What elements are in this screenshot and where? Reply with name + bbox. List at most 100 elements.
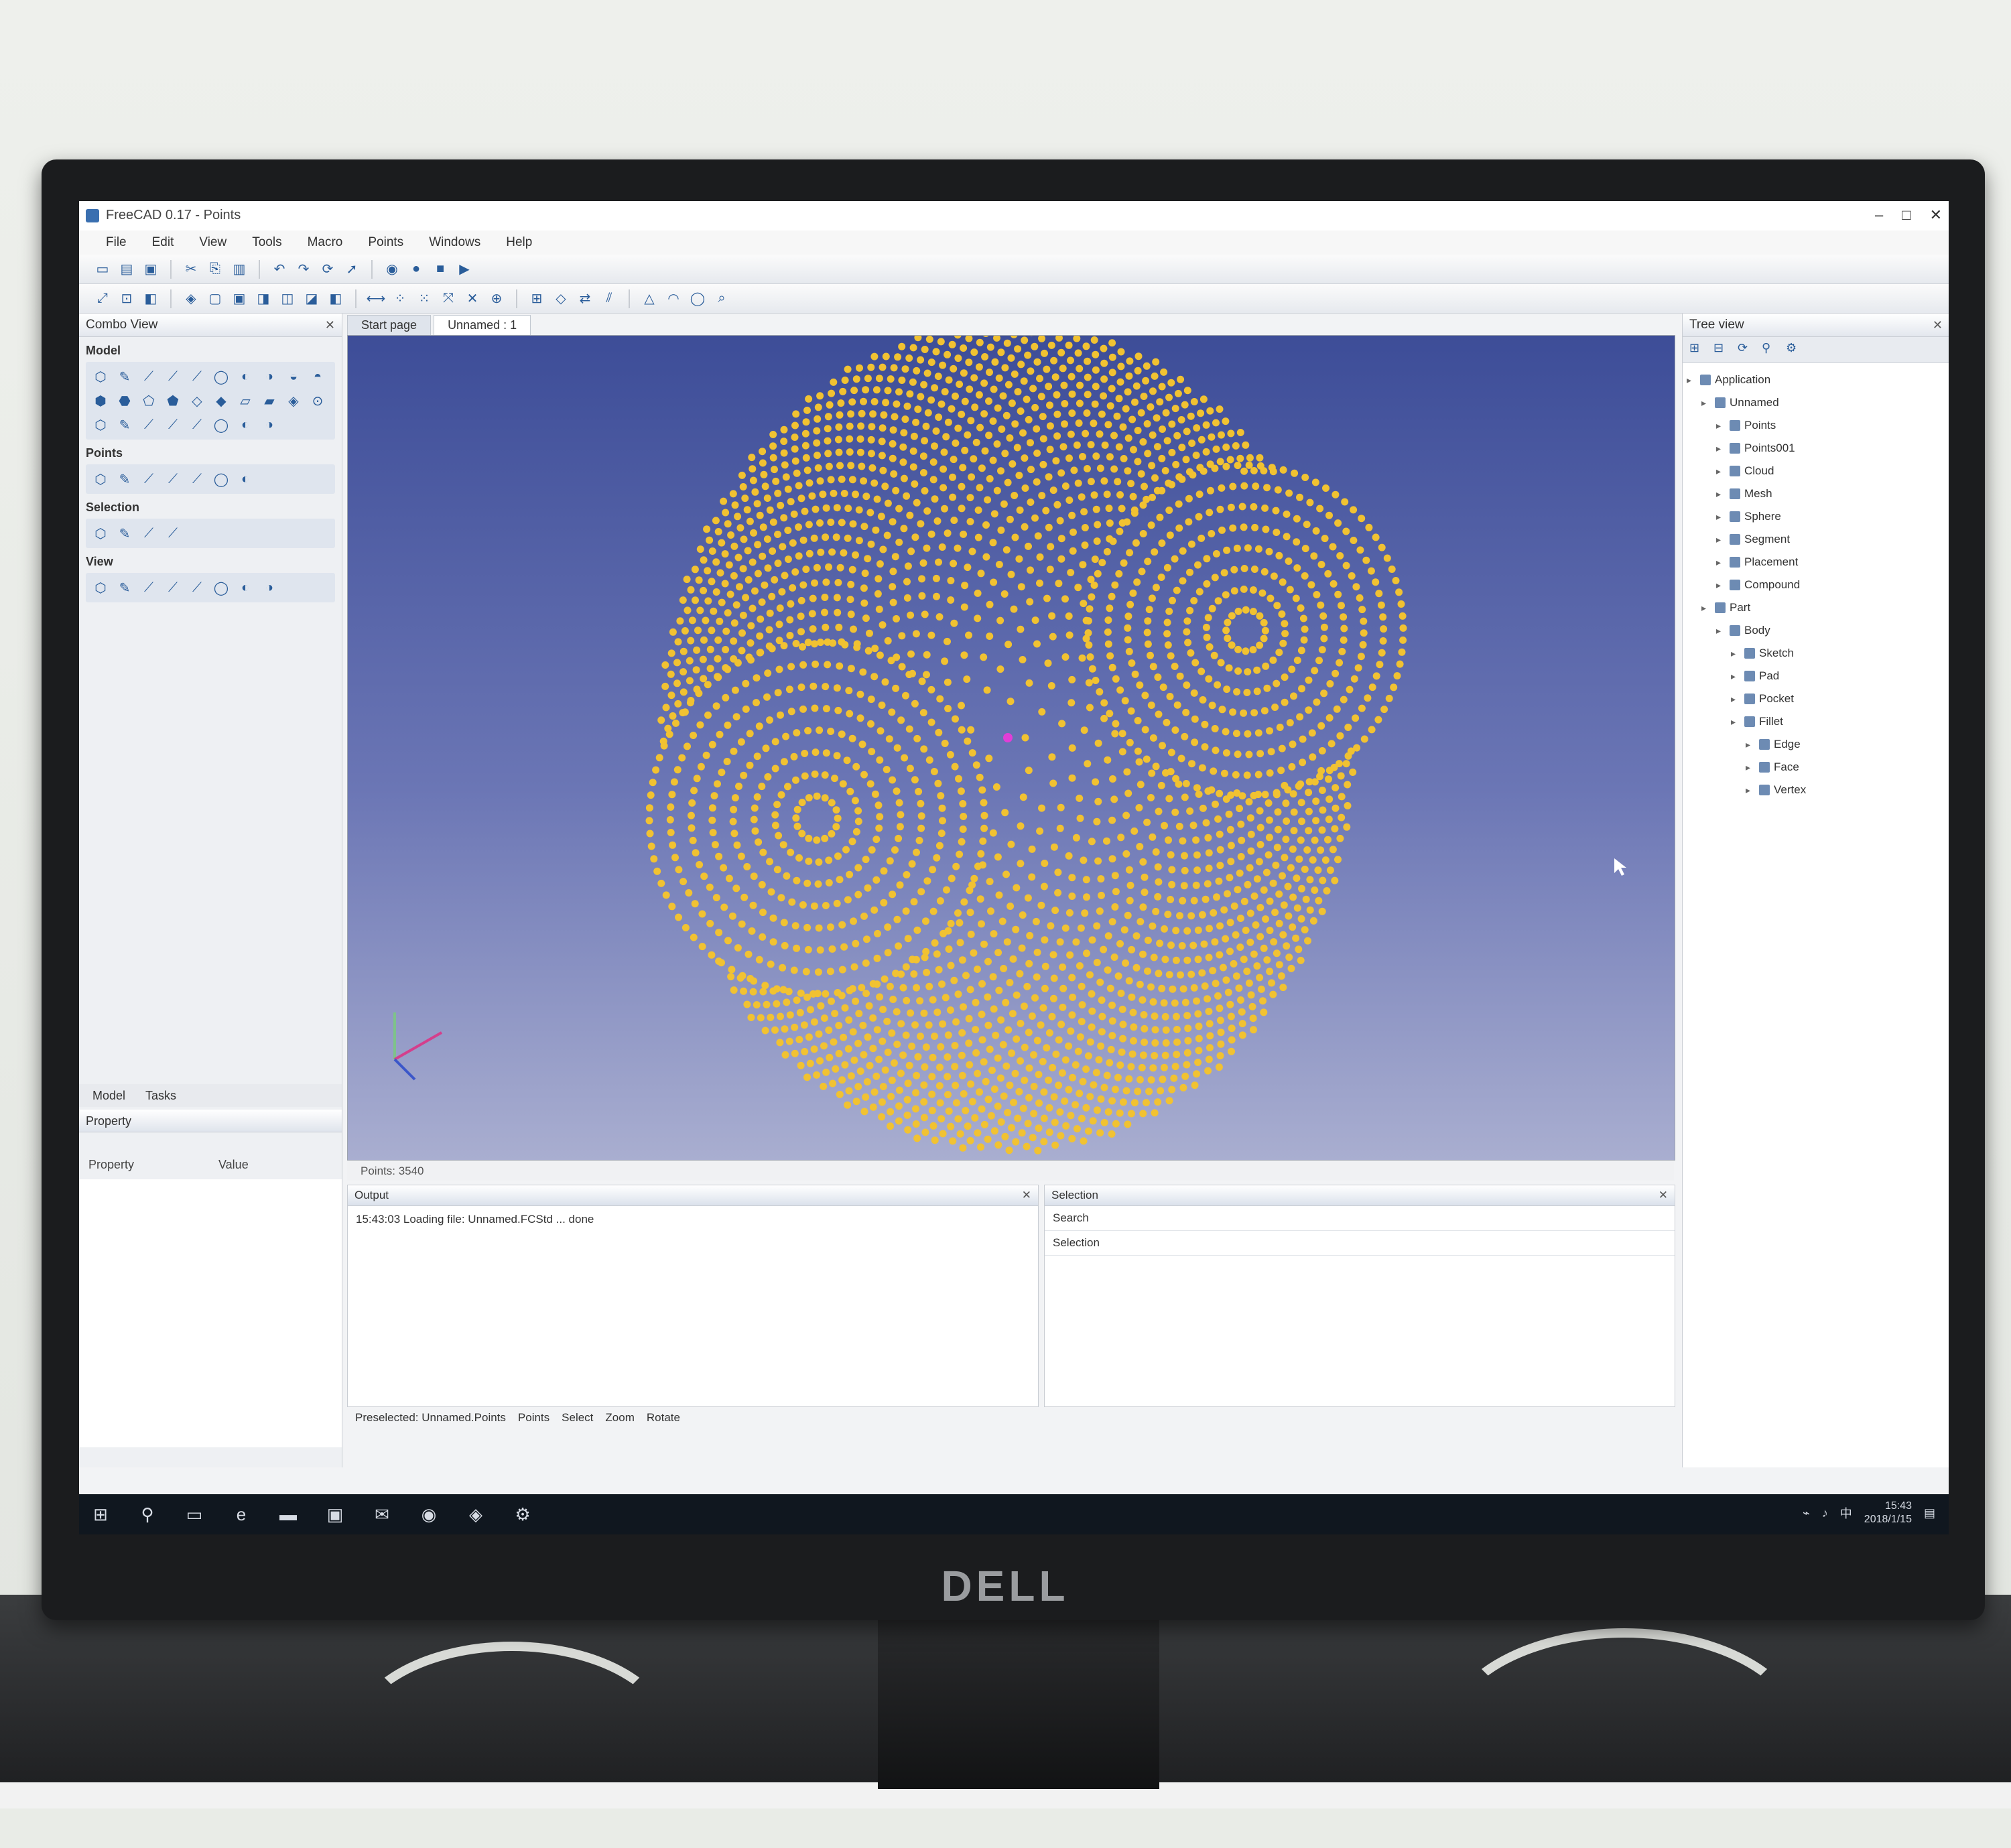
tab-document[interactable]: Unnamed : 1 [434,315,531,335]
chrome-icon[interactable]: ◉ [417,1502,441,1526]
chevron-right-icon[interactable]: ▸ [1716,551,1726,574]
tool-icon[interactable]: ◒ [284,367,303,386]
view-top-icon[interactable]: ▣ [229,289,249,309]
tool-icon[interactable]: ⟋ [188,578,206,597]
tool-icon[interactable]: ⊙ [308,391,327,410]
windows-icon[interactable]: ⊞ [88,1502,113,1526]
menu-windows[interactable]: Windows [429,230,480,255]
tool-icon[interactable]: ▱ [236,391,255,410]
minimize-button[interactable]: – [1875,206,1883,224]
stop-icon[interactable]: ■ [430,259,450,279]
filter-icon[interactable]: ⚲ [1762,341,1779,358]
chevron-right-icon[interactable]: ▸ [1731,642,1740,665]
measure-icon[interactable]: ⟷ [366,289,386,309]
tree-item[interactable]: ▸Sphere [1687,505,1945,528]
tab-start-page[interactable]: Start page [347,315,431,335]
tool-icon[interactable]: ◑ [260,415,279,434]
chevron-right-icon[interactable]: ▸ [1716,619,1726,642]
points-poly-cut-icon[interactable]: ◇ [551,289,571,309]
tool-icon[interactable]: ⟋ [139,524,158,543]
tool-icon[interactable]: ✎ [115,524,134,543]
store-icon[interactable]: ▣ [323,1502,347,1526]
tool-icon[interactable]: ◐ [236,470,255,488]
draw-style-icon[interactable]: ◧ [141,289,161,309]
points-convert-icon[interactable]: ⇄ [575,289,595,309]
tool-icon[interactable]: ✎ [115,415,134,434]
tree-item[interactable]: ▸Compound [1687,574,1945,596]
view-right-icon[interactable]: ◨ [253,289,273,309]
record-icon[interactable]: ● [406,259,426,279]
tree-item[interactable]: ▸Fillet [1687,710,1945,733]
new-icon[interactable]: ▭ [92,259,113,279]
tree-item[interactable]: ▸Application [1687,369,1945,391]
tool-icon[interactable]: ◓ [308,367,327,386]
tree-item[interactable]: ▸Cloud [1687,460,1945,482]
chevron-right-icon[interactable]: ▸ [1731,710,1740,733]
tool-icon[interactable]: ⬡ [91,524,110,543]
mesh-icon[interactable]: △ [639,289,659,309]
tree-item[interactable]: ▸Points001 [1687,437,1945,460]
volume-icon[interactable]: ♪ [1822,1506,1828,1520]
maximize-button[interactable]: □ [1902,206,1910,224]
tool-icon[interactable]: ⟋ [139,470,158,488]
close-button[interactable]: ✕ [1930,206,1942,224]
sync-icon[interactable]: ⟳ [1738,341,1755,358]
points-split-icon[interactable]: ⫽ [599,289,619,309]
tool-icon[interactable]: ◐ [236,367,255,386]
chevron-right-icon[interactable]: ▸ [1687,369,1696,391]
close-icon[interactable]: ✕ [1022,1185,1031,1205]
property-list[interactable] [79,1179,342,1447]
selection-list[interactable]: Selection [1045,1231,1675,1256]
tree-item[interactable]: ▸Points [1687,414,1945,437]
clock[interactable]: 15:43 2018/1/15 [1864,1500,1912,1526]
pointer-icon[interactable]: ➚ [342,259,362,279]
tree-item[interactable]: ▸Placement [1687,551,1945,574]
view-rear-icon[interactable]: ◫ [277,289,298,309]
chevron-right-icon[interactable]: ▸ [1716,505,1726,528]
chevron-right-icon[interactable]: ▸ [1716,482,1726,505]
tool-icon[interactable]: ⟋ [139,367,158,386]
menu-tools[interactable]: Tools [252,230,281,255]
points-transform-icon[interactable]: ⤧ [438,289,458,309]
tab-tasks[interactable]: Tasks [145,1084,176,1107]
refresh-icon[interactable]: ⟳ [318,259,338,279]
tree-item[interactable]: ▸Edge [1687,733,1945,756]
selection-search[interactable]: Search [1045,1206,1675,1231]
tree-item[interactable]: ▸Pad [1687,665,1945,687]
menu-macro[interactable]: Macro [308,230,343,255]
tool-icon[interactable]: ⬡ [91,578,110,597]
copy-icon[interactable]: ⎘ [205,259,225,279]
tool-icon[interactable]: ⟋ [164,524,182,543]
explorer-icon[interactable]: ▬ [276,1502,300,1526]
cut-icon[interactable]: ✂ [181,259,201,279]
mail-icon[interactable]: ✉ [370,1502,394,1526]
sphere-icon[interactable]: ◯ [688,289,708,309]
tool-icon[interactable]: ◑ [260,578,279,597]
tree-item[interactable]: ▸Body [1687,619,1945,642]
tree-item[interactable]: ▸Face [1687,756,1945,779]
chevron-right-icon[interactable]: ▸ [1746,779,1755,801]
paste-icon[interactable]: ▥ [229,259,249,279]
menu-points[interactable]: Points [368,230,403,255]
expand-icon[interactable]: ⊞ [1689,341,1707,358]
3d-viewport[interactable] [347,335,1675,1161]
language-icon[interactable]: 中 [1840,1504,1852,1522]
tool-icon[interactable]: ◈ [284,391,303,410]
chevron-right-icon[interactable]: ▸ [1731,687,1740,710]
tool-icon[interactable]: ⬣ [115,391,134,410]
chevron-right-icon[interactable]: ▸ [1731,665,1740,687]
tool-icon[interactable]: ✎ [115,470,134,488]
tool-icon[interactable]: ⟋ [139,578,158,597]
fit-all-icon[interactable]: ⤢ [92,289,113,309]
tool-icon[interactable]: ◯ [212,415,231,434]
tool-icon[interactable]: ◐ [236,415,255,434]
tab-model[interactable]: Model [92,1084,125,1107]
tool-icon[interactable]: ◯ [212,578,231,597]
tool-icon[interactable]: ⬡ [91,470,110,488]
points-import-icon[interactable]: ⁘ [390,289,410,309]
tool-icon[interactable]: ✎ [115,578,134,597]
tool-icon[interactable]: ⬢ [91,391,110,410]
view-bottom-icon[interactable]: ◪ [302,289,322,309]
points-structure-icon[interactable]: ⊞ [527,289,547,309]
fit-selection-icon[interactable]: ⊡ [117,289,137,309]
